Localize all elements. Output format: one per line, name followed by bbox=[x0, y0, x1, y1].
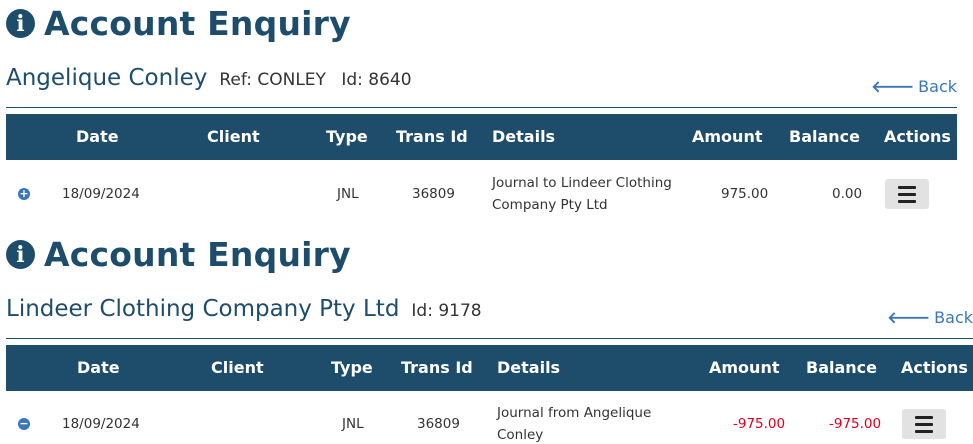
account-name: Angelique Conley bbox=[6, 65, 208, 91]
table-header: Date Client Type Trans Id Details Amount… bbox=[6, 114, 957, 160]
expand-icon[interactable]: + bbox=[18, 188, 30, 200]
column-header-date[interactable]: Date bbox=[77, 345, 120, 391]
actions-menu-button[interactable] bbox=[902, 409, 946, 439]
cell-amount: 975.00 bbox=[721, 186, 769, 202]
cell-date: 18/09/2024 bbox=[62, 186, 140, 202]
hamburger-icon-bar bbox=[915, 422, 933, 426]
account-name: Lindeer Clothing Company Pty Ltd bbox=[6, 296, 400, 322]
info-icon: i bbox=[6, 240, 35, 269]
column-header-details[interactable]: Details bbox=[497, 345, 560, 391]
divider bbox=[6, 107, 957, 108]
account-meta: Ref: CONLEY Id: 8640 bbox=[219, 70, 411, 90]
hamburger-icon-bar bbox=[898, 199, 916, 203]
page-title-text: Account Enquiry bbox=[44, 3, 351, 43]
hamburger-icon-bar bbox=[898, 185, 916, 189]
hamburger-icon-bar bbox=[915, 429, 933, 433]
cell-trans-id: 36809 bbox=[417, 416, 460, 432]
account-meta: Id: 9178 bbox=[411, 301, 481, 321]
divider bbox=[6, 338, 973, 339]
account-header: Angelique Conley Ref: CONLEY Id: 8640 bbox=[6, 65, 412, 91]
page-title: i Account Enquiry bbox=[6, 3, 351, 43]
column-header-balance[interactable]: Balance bbox=[806, 345, 877, 391]
cell-trans-id: 36809 bbox=[412, 186, 455, 202]
page-title: i Account Enquiry bbox=[6, 234, 351, 274]
arrow-left-icon: 🡐 bbox=[871, 77, 915, 96]
column-header-amount[interactable]: Amount bbox=[692, 114, 762, 160]
arrow-left-icon: 🡐 bbox=[887, 308, 931, 327]
table-header: Date Client Type Trans Id Details Amount… bbox=[6, 345, 973, 391]
column-header-balance[interactable]: Balance bbox=[789, 114, 860, 160]
info-icon: i bbox=[6, 9, 35, 38]
collapse-icon[interactable]: − bbox=[18, 418, 30, 430]
column-header-trans-id[interactable]: Trans Id bbox=[396, 114, 468, 160]
column-header-type[interactable]: Type bbox=[326, 114, 368, 160]
back-link[interactable]: 🡐 Back bbox=[887, 307, 973, 328]
column-header-amount[interactable]: Amount bbox=[709, 345, 779, 391]
cell-details: Journal to Lindeer Clothing Company Pty … bbox=[492, 175, 672, 213]
back-label: Back bbox=[918, 76, 957, 96]
account-ref: Ref: CONLEY bbox=[219, 70, 326, 90]
hamburger-icon-bar bbox=[898, 192, 916, 196]
hamburger-icon-bar bbox=[915, 415, 933, 419]
account-id: Id: 9178 bbox=[411, 301, 482, 321]
table-row: + 18/09/2024 JNL 36809 Journal to Lindee… bbox=[6, 160, 957, 228]
column-header-actions: Actions bbox=[884, 127, 951, 146]
account-id: Id: 8640 bbox=[341, 70, 412, 90]
page-title-text: Account Enquiry bbox=[44, 234, 351, 274]
cell-date: 18/09/2024 bbox=[62, 416, 140, 432]
column-header-details[interactable]: Details bbox=[492, 114, 555, 160]
back-link[interactable]: 🡐 Back bbox=[871, 76, 957, 97]
column-header-client[interactable]: Client bbox=[207, 114, 260, 160]
column-header-type[interactable]: Type bbox=[331, 345, 373, 391]
cell-amount: -975.00 bbox=[733, 416, 786, 432]
column-header-client[interactable]: Client bbox=[211, 345, 264, 391]
account-header: Lindeer Clothing Company Pty Ltd Id: 917… bbox=[6, 296, 482, 322]
cell-balance: -975.00 bbox=[829, 416, 882, 432]
cell-balance: 0.00 bbox=[832, 186, 863, 202]
cell-type: JNL bbox=[342, 416, 364, 432]
table-row: − 18/09/2024 JNL 36809 Journal from Ange… bbox=[6, 391, 973, 444]
cell-details: Journal from Angelique Conley bbox=[497, 405, 652, 443]
column-header-date[interactable]: Date bbox=[76, 114, 119, 160]
back-label: Back bbox=[934, 307, 973, 327]
cell-type: JNL bbox=[337, 186, 359, 202]
actions-menu-button[interactable] bbox=[885, 179, 929, 209]
column-header-trans-id[interactable]: Trans Id bbox=[401, 345, 473, 391]
column-header-actions: Actions bbox=[901, 358, 968, 377]
